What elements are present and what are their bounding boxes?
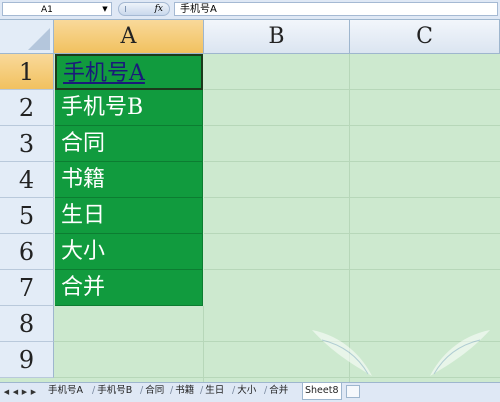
row-header-1[interactable]: 1 xyxy=(0,54,54,90)
chevron-down-icon[interactable]: ▼ xyxy=(100,4,110,14)
sheet-tab[interactable]: 合同 xyxy=(138,383,166,399)
watermark-logo xyxy=(312,330,490,376)
formula-bar: A1 ▼ fx 手机号A xyxy=(0,0,500,20)
row-header-9[interactable]: 9 xyxy=(0,342,54,378)
column-header-c[interactable]: C xyxy=(350,20,500,54)
select-all-triangle-icon xyxy=(28,28,50,50)
cell-a7[interactable]: 合并 xyxy=(55,270,203,306)
row-header-5[interactable]: 5 xyxy=(0,198,54,234)
gridline xyxy=(204,89,500,90)
gridline xyxy=(204,161,500,162)
gridline xyxy=(204,269,500,270)
sheet-tab[interactable]: 手机号A xyxy=(46,383,85,399)
cell-a5[interactable]: 生日 xyxy=(55,198,203,234)
row-header-3[interactable]: 3 xyxy=(0,126,54,162)
cell-a4[interactable]: 书籍 xyxy=(55,162,203,198)
column-header-a[interactable]: A xyxy=(54,20,204,54)
fx-icon: fx xyxy=(154,4,163,14)
prev-sheet-icon[interactable]: ◀ xyxy=(11,387,20,397)
gridline xyxy=(204,125,500,126)
select-all-button[interactable] xyxy=(0,20,54,54)
splitter-icon xyxy=(125,6,134,12)
column-header-b[interactable]: B xyxy=(204,20,350,54)
cell-a6[interactable]: 大小 xyxy=(55,234,203,270)
first-sheet-icon[interactable]: ◀ xyxy=(2,387,11,397)
next-sheet-icon[interactable]: ▶ xyxy=(20,387,29,397)
sheet-tab[interactable]: 生日 xyxy=(198,383,226,399)
sheet-tab-active[interactable]: Sheet8 xyxy=(302,383,342,400)
insert-sheet-icon[interactable] xyxy=(346,385,360,398)
sheet-tab[interactable]: 大小 xyxy=(230,383,258,399)
cell-a2[interactable]: 手机号B xyxy=(55,90,203,126)
gridline xyxy=(204,197,500,198)
gridline xyxy=(204,233,500,234)
cell-a3[interactable]: 合同 xyxy=(55,126,203,162)
last-sheet-icon[interactable]: ▶ xyxy=(29,387,38,397)
name-box[interactable]: A1 ▼ xyxy=(2,2,112,16)
sheet-tab[interactable]: 手机号B xyxy=(90,383,134,399)
sheet-tab-bar: ◀ ◀ ▶ ▶ 手机号A 手机号B 合同 书籍 生日 大小 合并 Sheet8 xyxy=(0,382,500,402)
formula-input[interactable]: 手机号A xyxy=(174,2,498,16)
cell-a1[interactable]: 手机号A xyxy=(55,54,203,90)
row-header-2[interactable]: 2 xyxy=(0,90,54,126)
sheet-tab[interactable]: 书籍 xyxy=(168,383,196,399)
row-header-4[interactable]: 4 xyxy=(0,162,54,198)
row-header-7[interactable]: 7 xyxy=(0,270,54,306)
name-box-value: A1 xyxy=(41,5,53,15)
sheet-tab[interactable]: 合并 xyxy=(262,383,290,399)
row-header-6[interactable]: 6 xyxy=(0,234,54,270)
insert-function-button[interactable]: fx xyxy=(118,2,170,16)
row-header-8[interactable]: 8 xyxy=(0,306,54,342)
gridline xyxy=(203,306,204,382)
